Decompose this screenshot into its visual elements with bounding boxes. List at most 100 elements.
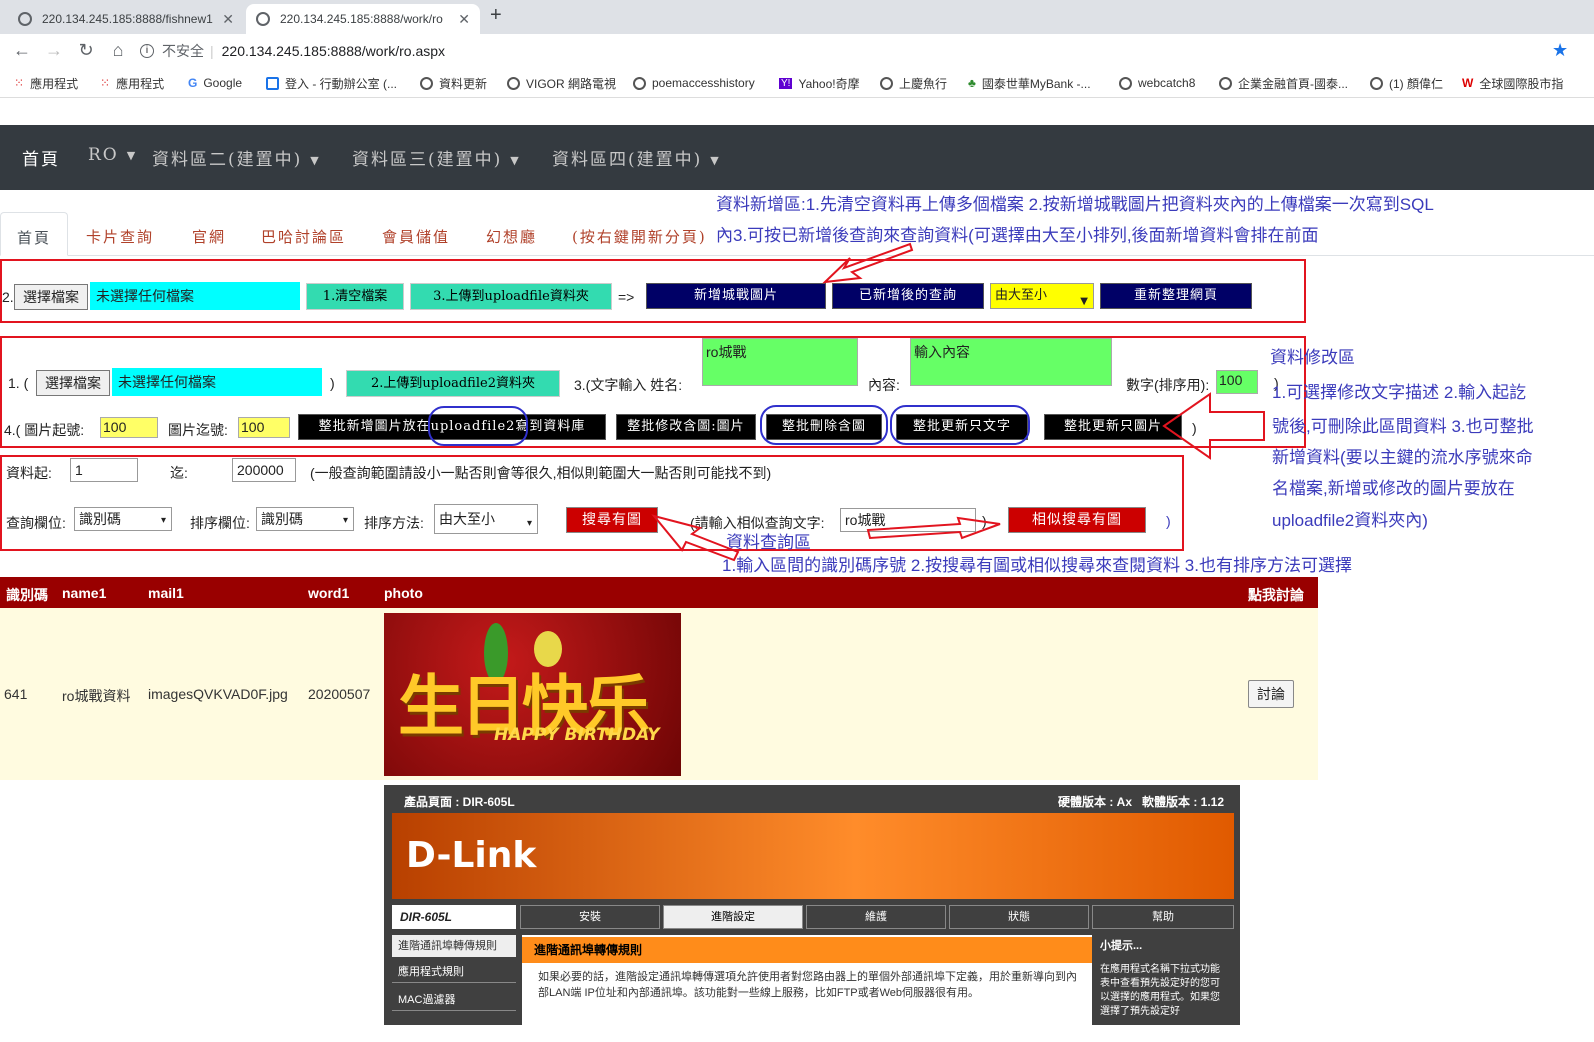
name-textarea[interactable]: ro城戰 <box>702 338 858 386</box>
bookmark-item[interactable]: ♣ 國泰世華MyBank -... <box>968 74 1091 92</box>
column-header-mail1: mail1 <box>148 585 184 601</box>
globe-icon <box>1119 76 1132 90</box>
bookmark-item[interactable]: 企業金融首頁-國泰... <box>1219 74 1348 92</box>
nav-home[interactable]: 首頁 <box>22 145 60 170</box>
divider: | <box>210 43 214 59</box>
nav-area2[interactable]: 資料區二(建置中) ▼ <box>152 145 321 170</box>
discuss-button[interactable]: 討論 <box>1248 680 1294 708</box>
bookmark-item[interactable]: G Google <box>188 74 242 92</box>
star-icon[interactable]: ★ <box>1552 40 1568 61</box>
sort-field-label: 排序欄位: <box>190 515 250 531</box>
dlink-tab-advanced[interactable]: 進階設定 <box>663 905 803 929</box>
column-header-discuss: 點我討論 <box>1248 587 1304 603</box>
close-icon[interactable]: ✕ <box>458 11 470 28</box>
query-field-value: 識別碼 <box>79 511 121 527</box>
upload2-button[interactable]: 2.上傳到uploadfile2資料夾 <box>346 370 560 397</box>
globe-icon <box>1219 76 1232 90</box>
bookmark-item[interactable]: ⁙ 應用程式 <box>100 74 164 92</box>
refresh-page-button[interactable]: 重新整理網頁 <box>1100 283 1252 309</box>
tab-bahamut[interactable]: 巴哈討論區 <box>261 212 346 256</box>
new-tab-button[interactable]: + <box>490 4 502 27</box>
dlink-side-item[interactable]: 進階通訊埠轉傳規則 <box>392 935 516 957</box>
back-icon[interactable]: ← <box>10 38 34 62</box>
home-icon[interactable]: ⌂ <box>106 38 130 62</box>
clear-files-button[interactable]: 1.清空檔案 <box>306 283 404 310</box>
cell-name1: ro城戰資料 <box>62 688 131 704</box>
content-label: 內容: <box>868 377 900 393</box>
to-input[interactable]: 200000 <box>232 458 296 482</box>
upload-button[interactable]: 3.上傳到uploadfile資料夾 <box>410 283 612 310</box>
sort-field-select[interactable]: 識別碼 ▾ <box>256 507 354 531</box>
security-label: 不安全 <box>162 43 204 59</box>
info-icon[interactable]: i <box>140 44 154 58</box>
nav-area3[interactable]: 資料區三(建置中) ▼ <box>352 145 521 170</box>
reload-icon[interactable]: ↻ <box>74 38 98 62</box>
choose-file-button-2[interactable]: 選擇檔案 <box>36 370 110 396</box>
nav-ro[interactable]: RO ▼ <box>88 145 137 165</box>
sort-method-select[interactable]: 由大至小 ▾ <box>434 504 538 534</box>
annotation-add-2: 內3.可按已新增後查詢來查詢資料(可選擇由大至小排列,後面新增資料會排在前面 <box>716 226 1319 245</box>
bookmark-item[interactable]: W 全球國際股市指 <box>1462 74 1563 92</box>
bookmark-item[interactable]: 上慶魚行 <box>880 74 947 92</box>
bookmark-item[interactable]: VIGOR 網路電視 <box>507 74 616 92</box>
search-button[interactable]: 搜尋有圖 <box>566 507 658 533</box>
bookmark-icon <box>266 76 279 90</box>
tab-home[interactable]: 首頁 <box>0 212 69 256</box>
bookmark-item[interactable]: 登入 - 行動辦公室 (... <box>266 74 397 92</box>
add-pictures-button[interactable]: 新增城戰圖片 <box>646 283 826 309</box>
end-number-label: 圖片迄號: <box>168 422 228 438</box>
column-header-id: 識別碼 <box>6 587 48 603</box>
browser-tab-1[interactable]: 220.134.245.185:8888/fishnew1 ✕ <box>8 4 244 34</box>
google-icon: G <box>188 76 198 90</box>
tab-fantasy[interactable]: 幻想廳 <box>486 212 537 256</box>
url-text[interactable]: 220.134.245.185:8888/work/ro.aspx <box>222 43 445 59</box>
bookmark-label: VIGOR 網路電視 <box>526 76 617 91</box>
dlink-tab-help[interactable]: 幫助 <box>1092 905 1234 929</box>
highlight-oval <box>890 405 1030 445</box>
dlink-tab-maintenance[interactable]: 維護 <box>806 905 946 929</box>
bookmark-item[interactable]: ⁙ 應用程式 <box>14 74 78 92</box>
annotation-add-1: 資料新增區:1.先清空資料再上傳多個檔案 2.按新增城戰圖片把資料夾內的上傳檔案… <box>716 195 1434 214</box>
tab-official[interactable]: 官網 <box>192 212 226 256</box>
globe-icon <box>633 76 646 90</box>
order-select[interactable]: 由大至小 ▼ <box>990 283 1094 309</box>
nav-area4[interactable]: 資料區四(建置中) ▼ <box>552 145 721 170</box>
dropdown-arrow-icon: ▾ <box>342 515 348 526</box>
annotation-edit-5: uploadfile2資料夾內) <box>1272 511 1428 530</box>
batch-edit-button[interactable]: 整批修改含圖:圖片 <box>616 414 756 440</box>
address-bar[interactable]: i 不安全 | 220.134.245.185:8888/work/ro.asp… <box>140 38 1560 64</box>
content-textarea[interactable]: 輸入內容 <box>910 338 1112 386</box>
bookmark-label: Yahoo!奇摩 <box>798 76 860 91</box>
browser-tab-2[interactable]: 220.134.245.185:8888/work/ro ✕ <box>246 4 480 34</box>
end-number-input[interactable]: 100 <box>238 417 290 438</box>
column-header-name1: name1 <box>62 585 107 601</box>
tab-member[interactable]: 會員儲值 <box>382 212 450 256</box>
dlink-side-item[interactable]: MAC過濾器 <box>392 989 516 1011</box>
similar-search-button[interactable]: 相似搜尋有圖 <box>1008 507 1146 533</box>
dlink-tab-setup[interactable]: 安裝 <box>520 905 660 929</box>
bookmark-item[interactable]: poemaccesshistory <box>633 74 755 92</box>
bookmark-label: 應用程式 <box>116 76 165 91</box>
close-icon[interactable]: ✕ <box>222 11 234 28</box>
dlink-hint-title: 小提示... <box>1100 940 1143 952</box>
dlink-tab-status[interactable]: 狀態 <box>949 905 1089 929</box>
bookmark-item[interactable]: (1) 顏偉仁 <box>1370 74 1443 92</box>
dropdown-arrow-icon: ▾ <box>526 518 532 529</box>
dlink-side-item[interactable]: 應用程式規則 <box>392 961 516 983</box>
nav-label: 資料區四(建置中) <box>552 150 703 170</box>
from-input[interactable]: 1 <box>70 458 138 482</box>
start-number-input[interactable]: 100 <box>100 417 158 438</box>
globe-icon <box>18 12 32 26</box>
bookmark-item[interactable]: 資料更新 <box>420 74 487 92</box>
bookmark-item[interactable]: webcatch8 <box>1119 74 1195 92</box>
query-field-select[interactable]: 識別碼 ▾ <box>74 507 172 531</box>
edit-prefix: 1. ( <box>8 375 29 391</box>
cell-id: 641 <box>4 686 28 702</box>
order-select-value: 由大至小 <box>995 288 1048 303</box>
tab-card-query[interactable]: 卡片查詢 <box>86 212 154 256</box>
birthday-photo: 生日快乐 HAPPY BIRTHDAY <box>384 613 681 776</box>
forward-icon[interactable]: → <box>42 38 66 62</box>
bookmark-item[interactable]: Y! Yahoo!奇摩 <box>779 74 860 92</box>
choose-file-button[interactable]: 選擇檔案 <box>14 284 88 310</box>
add-area-prefix: 2. <box>2 289 14 305</box>
